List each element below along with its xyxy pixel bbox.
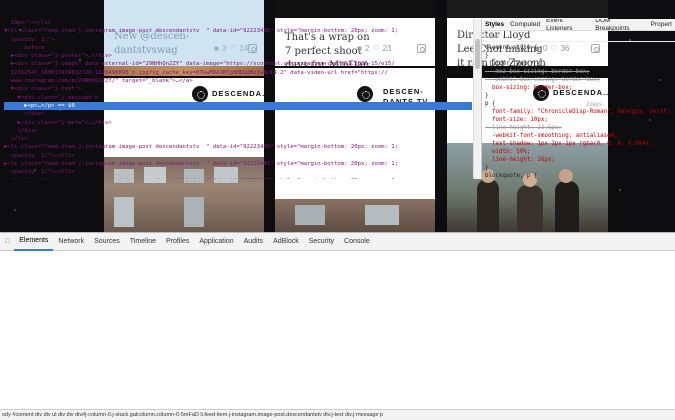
css-rule-line: font-family: "ChronicleDisp-Roman", Geor… [485, 109, 670, 115]
post-photo [275, 199, 435, 232]
tab-properties[interactable]: Propert [648, 21, 675, 29]
styles-filter-input[interactable]: Filter [482, 31, 675, 42]
css-rule-line: p { [485, 101, 496, 107]
css-rule-line: -moz-box-sizing: border-box; [485, 69, 590, 75]
tab-timeline[interactable]: Timeline [125, 238, 161, 245]
dom-node-line[interactable]: www.instagram.com/p/29NHhQn2ZY/" target=… [4, 77, 472, 85]
css-rules: element.style {} .juicer-feed * { -moz-bo… [482, 42, 675, 179]
css-rule-line: line-height: 26px; [485, 157, 555, 163]
css-rule-line: font-size: 10px; [485, 117, 548, 123]
dom-node-line[interactable]: ▶<p>…</p> == $0 [4, 101, 472, 111]
dom-node-line[interactable]: ▼<div class="j-text"> [4, 85, 472, 93]
styles-pane: Styles Computed Event Listeners DOM Brea… [481, 19, 675, 179]
css-rule-line: text-shadow: 1px 1px 1px rgba(0, 0, 0, 0… [485, 141, 653, 147]
dom-node-line[interactable]: opacity: 1;"> [4, 36, 472, 44]
tab-elements[interactable]: Elements [14, 233, 54, 251]
dom-node-line[interactable]: ▼<div class="j-message"> [4, 94, 472, 102]
tab-adblock[interactable]: AdBlock [268, 238, 304, 245]
css-rule-line: } [485, 93, 489, 99]
tab-event-listeners[interactable]: Event Listeners [543, 19, 592, 33]
tab-dom-breakpoints[interactable]: DOM Breakpoints [592, 19, 647, 33]
tab-network[interactable]: Network [53, 238, 89, 245]
css-rule-line: } [485, 165, 489, 171]
tab-application[interactable]: Application [194, 238, 238, 245]
css-rule-line: } [485, 53, 489, 59]
card-image-top [447, 0, 608, 18]
dom-tree[interactable]: 10px;"></li> ▼<li class="feed-item j-inst… [0, 19, 472, 179]
dom-node-line[interactable]: </li> [4, 135, 472, 143]
tab-profiles[interactable]: Profiles [161, 238, 194, 245]
dom-node-line[interactable]: ▶<div class="j-poster">…</div> [4, 52, 472, 60]
dom-node-line[interactable]: opacity: 1;">…</li> [4, 152, 472, 160]
css-rule-line: line-height: 23.5px; [485, 125, 562, 131]
dom-node-line[interactable]: </div> [4, 110, 472, 118]
css-rule-line: box-sizing: border-box; [485, 85, 573, 91]
dom-node-line[interactable]: ▶<li class="feed-item j-instagram image-… [4, 143, 472, 151]
dom-node-line[interactable]: ▶<li class="feed-item j-instagram image-… [4, 177, 472, 179]
tab-computed[interactable]: Computed [507, 21, 543, 29]
dom-node-line[interactable]: opacity: 1;">…</li> [4, 168, 472, 176]
dom-node-line[interactable]: ::before [4, 44, 472, 52]
dom-node-line[interactable]: ▶<div class="j-meta">…</div> [4, 119, 472, 127]
devtools-panel: □ Elements Network Sources Timeline Prof… [0, 232, 675, 420]
tab-audits[interactable]: Audits [239, 238, 268, 245]
css-rule-line: blockquote, p { [485, 173, 538, 179]
dom-node-line[interactable]: 10px;"></li> [4, 19, 472, 27]
tab-styles[interactable]: Styles [482, 21, 507, 29]
css-rule-line: width: 50%; [485, 149, 531, 155]
dom-node-line[interactable]: ▶<li class="feed-item j-instagram image-… [4, 160, 472, 168]
css-rule-line: .juicer-feed * { [485, 61, 541, 67]
tab-security[interactable]: Security [304, 238, 339, 245]
card-image-top [275, 0, 435, 18]
breadcrumb: ody #content div div ul div div div#j-co… [0, 409, 675, 420]
css-rule-line: -webkit-font-smoothing: antialiased; [485, 133, 618, 139]
dom-node-line[interactable]: ▼<li class="feed-item j-instagram image-… [4, 27, 472, 35]
inspect-icon[interactable]: □ [0, 238, 14, 245]
dom-tree-scrollbar[interactable] [473, 19, 481, 179]
css-rule-line: -webkit-box-sizing: border-box; [485, 77, 601, 83]
dom-node-line[interactable]: ▶<div class="j-image" data-external-id="… [4, 60, 472, 68]
devtools-tab-bar: □ Elements Network Sources Timeline Prof… [0, 233, 675, 251]
css-rule-line: element.style { [485, 45, 538, 51]
tab-sources[interactable]: Sources [89, 238, 125, 245]
styles-tab-bar: Styles Computed Event Listeners DOM Brea… [482, 19, 675, 33]
tab-console[interactable]: Console [339, 238, 375, 245]
dom-node-line[interactable]: </div> [4, 127, 472, 135]
dom-node-line[interactable]: 11312547_160013919822726_1828490898_n.jp… [4, 69, 472, 77]
